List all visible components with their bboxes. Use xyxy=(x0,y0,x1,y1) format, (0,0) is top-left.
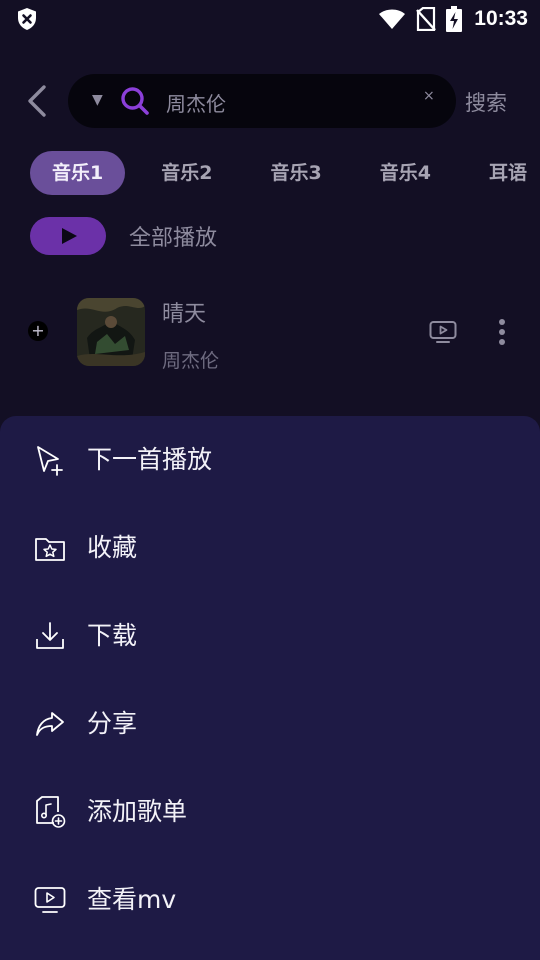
tab-music-2[interactable]: 音乐2 xyxy=(139,151,234,195)
menu-label: 下一首播放 xyxy=(87,445,213,474)
tab-music-4[interactable]: 音乐4 xyxy=(358,151,453,195)
download-icon xyxy=(36,622,64,649)
menu-item-share[interactable]: 分享 xyxy=(0,684,540,764)
shield-x-icon xyxy=(18,8,36,30)
album-cover xyxy=(77,298,145,366)
folder-star-icon xyxy=(35,538,65,561)
chevron-left-icon[interactable] xyxy=(24,84,52,118)
menu-item-play-next[interactable]: 下一首播放 xyxy=(0,420,540,500)
wifi-icon xyxy=(379,9,406,29)
play-icon xyxy=(62,228,77,244)
menu-item-download[interactable]: 下载 xyxy=(0,596,540,676)
play-all-label[interactable]: 全部播放 xyxy=(129,220,217,252)
triangle-down-icon[interactable]: ▼ xyxy=(92,92,103,108)
share-arrow-icon xyxy=(36,712,64,736)
search-icon xyxy=(121,87,149,115)
song-artist: 周杰伦 xyxy=(162,350,220,372)
more-vertical-icon[interactable] xyxy=(494,318,510,346)
list-item[interactable]: + 晴天 周杰伦 xyxy=(0,290,540,374)
song-title: 晴天 xyxy=(162,302,207,327)
status-bar: 10:33 xyxy=(0,0,540,38)
menu-label: 收藏 xyxy=(87,533,138,562)
music-file-plus-icon xyxy=(36,796,66,828)
tab-whisper[interactable]: 耳语 xyxy=(467,151,540,195)
search-button[interactable]: 搜索 xyxy=(465,87,507,117)
menu-label: 查看mv xyxy=(87,885,177,914)
cursor-plus-icon xyxy=(37,446,63,476)
play-all-button[interactable] xyxy=(30,217,106,255)
menu-label: 下载 xyxy=(87,621,138,650)
search-input[interactable] xyxy=(164,86,408,118)
menu-item-favorite[interactable]: 收藏 xyxy=(0,508,540,588)
search-bar-row: ▼ × 搜索 xyxy=(0,74,540,130)
no-sim-icon xyxy=(416,7,437,31)
menu-item-add-playlist[interactable]: 添加歌单 xyxy=(0,772,540,852)
menu-label: 分享 xyxy=(87,709,138,738)
mv-tv-icon[interactable] xyxy=(429,320,457,344)
album-art-image xyxy=(77,298,145,366)
category-tabs: 音乐1 音乐2 音乐3 音乐4 耳语 xyxy=(30,151,540,195)
action-sheet: 下一首播放 收藏 下载 分享 添加歌单 查看mv xyxy=(0,416,540,960)
tab-music-3[interactable]: 音乐3 xyxy=(248,151,343,195)
status-time: 10:33 xyxy=(474,7,528,30)
tab-music-1[interactable]: 音乐1 xyxy=(30,151,126,195)
battery-charging-icon xyxy=(446,6,463,32)
close-icon[interactable]: × xyxy=(423,88,435,104)
tv-play-icon xyxy=(34,887,66,913)
menu-item-view-mv[interactable]: 查看mv xyxy=(0,860,540,940)
search-box: ▼ × xyxy=(68,74,456,128)
menu-label: 添加歌单 xyxy=(87,797,188,826)
plus-icon[interactable]: + xyxy=(28,321,48,341)
